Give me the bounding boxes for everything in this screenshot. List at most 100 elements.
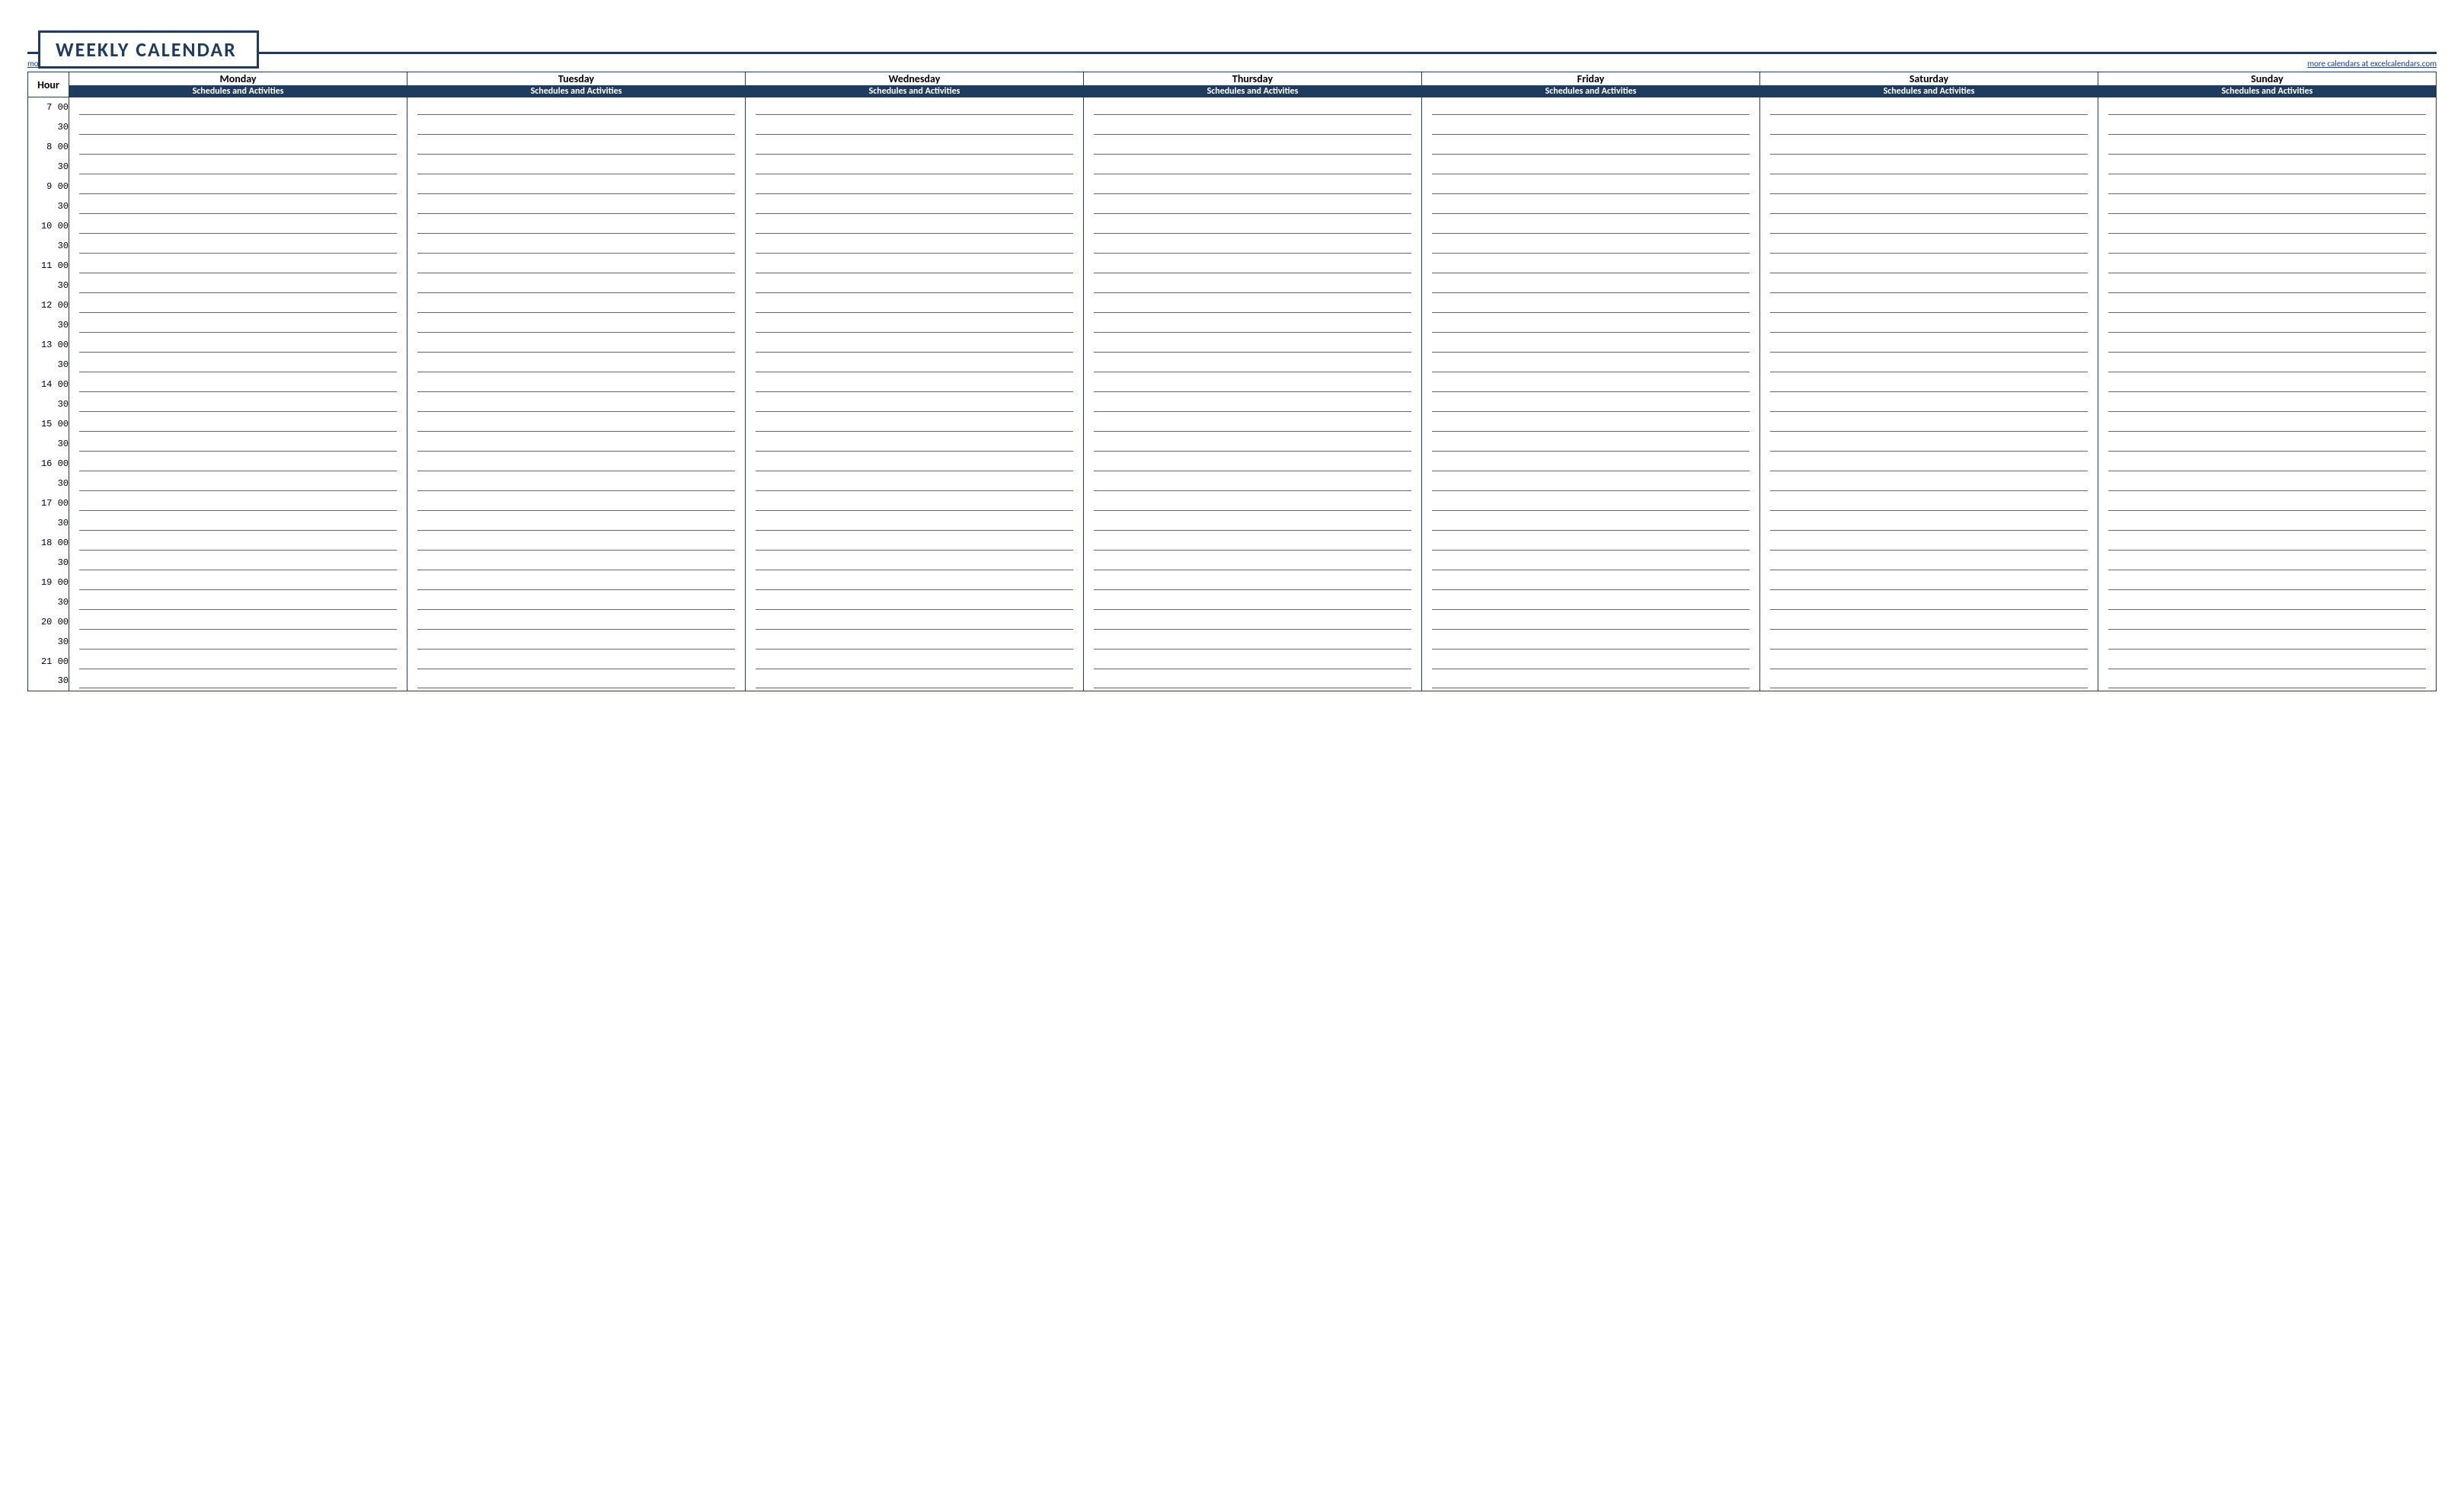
schedule-slot[interactable] <box>1084 612 1422 632</box>
schedule-slot[interactable] <box>746 97 1084 117</box>
schedule-slot[interactable] <box>2098 553 2437 573</box>
schedule-slot[interactable] <box>1422 295 1760 315</box>
schedule-slot[interactable] <box>69 157 407 177</box>
schedule-slot[interactable] <box>2098 434 2437 454</box>
schedule-slot[interactable] <box>1760 315 2098 335</box>
schedule-slot[interactable] <box>1422 513 1760 533</box>
schedule-slot[interactable] <box>1760 474 2098 493</box>
schedule-slot[interactable] <box>407 553 746 573</box>
schedule-slot[interactable] <box>69 335 407 355</box>
schedule-slot[interactable] <box>1760 355 2098 375</box>
schedule-slot[interactable] <box>1760 177 2098 196</box>
schedule-slot[interactable] <box>746 672 1084 691</box>
schedule-slot[interactable] <box>1760 256 2098 276</box>
schedule-slot[interactable] <box>1084 97 1422 117</box>
schedule-slot[interactable] <box>1760 375 2098 394</box>
schedule-slot[interactable] <box>69 375 407 394</box>
schedule-slot[interactable] <box>2098 137 2437 157</box>
schedule-slot[interactable] <box>69 573 407 592</box>
schedule-slot[interactable] <box>1422 493 1760 513</box>
schedule-slot[interactable] <box>746 394 1084 414</box>
schedule-slot[interactable] <box>407 513 746 533</box>
schedule-slot[interactable] <box>746 236 1084 256</box>
schedule-slot[interactable] <box>69 454 407 474</box>
schedule-slot[interactable] <box>2098 157 2437 177</box>
schedule-slot[interactable] <box>1422 276 1760 295</box>
schedule-slot[interactable] <box>746 117 1084 137</box>
schedule-slot[interactable] <box>1084 276 1422 295</box>
schedule-slot[interactable] <box>2098 474 2437 493</box>
schedule-slot[interactable] <box>407 414 746 434</box>
schedule-slot[interactable] <box>746 137 1084 157</box>
schedule-slot[interactable] <box>746 434 1084 454</box>
schedule-slot[interactable] <box>746 256 1084 276</box>
schedule-slot[interactable] <box>1084 315 1422 335</box>
schedule-slot[interactable] <box>1760 612 2098 632</box>
schedule-slot[interactable] <box>1760 632 2098 652</box>
schedule-slot[interactable] <box>2098 632 2437 652</box>
schedule-slot[interactable] <box>1084 533 1422 553</box>
schedule-slot[interactable] <box>2098 196 2437 216</box>
schedule-slot[interactable] <box>1084 137 1422 157</box>
schedule-slot[interactable] <box>1084 513 1422 533</box>
schedule-slot[interactable] <box>1422 117 1760 137</box>
schedule-slot[interactable] <box>2098 276 2437 295</box>
schedule-slot[interactable] <box>2098 256 2437 276</box>
schedule-slot[interactable] <box>69 533 407 553</box>
schedule-slot[interactable] <box>1084 157 1422 177</box>
schedule-slot[interactable] <box>69 414 407 434</box>
schedule-slot[interactable] <box>1084 493 1422 513</box>
schedule-slot[interactable] <box>407 137 746 157</box>
schedule-slot[interactable] <box>1422 652 1760 672</box>
schedule-slot[interactable] <box>407 216 746 236</box>
schedule-slot[interactable] <box>1760 414 2098 434</box>
schedule-slot[interactable] <box>407 256 746 276</box>
schedule-slot[interactable] <box>2098 97 2437 117</box>
schedule-slot[interactable] <box>407 97 746 117</box>
schedule-slot[interactable] <box>1760 434 2098 454</box>
schedule-slot[interactable] <box>407 335 746 355</box>
schedule-slot[interactable] <box>2098 573 2437 592</box>
schedule-slot[interactable] <box>746 315 1084 335</box>
schedule-slot[interactable] <box>1084 117 1422 137</box>
schedule-slot[interactable] <box>1084 454 1422 474</box>
schedule-slot[interactable] <box>1422 196 1760 216</box>
schedule-slot[interactable] <box>1422 533 1760 553</box>
schedule-slot[interactable] <box>1084 414 1422 434</box>
schedule-slot[interactable] <box>1760 553 2098 573</box>
schedule-slot[interactable] <box>1760 592 2098 612</box>
schedule-slot[interactable] <box>2098 375 2437 394</box>
schedule-slot[interactable] <box>1422 355 1760 375</box>
schedule-slot[interactable] <box>69 474 407 493</box>
schedule-slot[interactable] <box>407 612 746 632</box>
schedule-slot[interactable] <box>2098 414 2437 434</box>
schedule-slot[interactable] <box>1084 355 1422 375</box>
schedule-slot[interactable] <box>2098 216 2437 236</box>
schedule-slot[interactable] <box>69 612 407 632</box>
schedule-slot[interactable] <box>407 454 746 474</box>
schedule-slot[interactable] <box>69 236 407 256</box>
schedule-slot[interactable] <box>1760 236 2098 256</box>
schedule-slot[interactable] <box>746 612 1084 632</box>
schedule-slot[interactable] <box>1760 295 2098 315</box>
schedule-slot[interactable] <box>2098 394 2437 414</box>
schedule-slot[interactable] <box>1422 315 1760 335</box>
schedule-slot[interactable] <box>1084 216 1422 236</box>
schedule-slot[interactable] <box>746 216 1084 236</box>
schedule-slot[interactable] <box>1084 196 1422 216</box>
schedule-slot[interactable] <box>1084 573 1422 592</box>
schedule-slot[interactable] <box>746 355 1084 375</box>
schedule-slot[interactable] <box>2098 592 2437 612</box>
schedule-slot[interactable] <box>746 652 1084 672</box>
schedule-slot[interactable] <box>69 672 407 691</box>
schedule-slot[interactable] <box>2098 236 2437 256</box>
schedule-slot[interactable] <box>1760 513 2098 533</box>
schedule-slot[interactable] <box>407 493 746 513</box>
schedule-slot[interactable] <box>1084 592 1422 612</box>
schedule-slot[interactable] <box>1422 474 1760 493</box>
schedule-slot[interactable] <box>746 196 1084 216</box>
schedule-slot[interactable] <box>407 573 746 592</box>
schedule-slot[interactable] <box>1760 533 2098 553</box>
schedule-slot[interactable] <box>69 355 407 375</box>
schedule-slot[interactable] <box>1422 632 1760 652</box>
